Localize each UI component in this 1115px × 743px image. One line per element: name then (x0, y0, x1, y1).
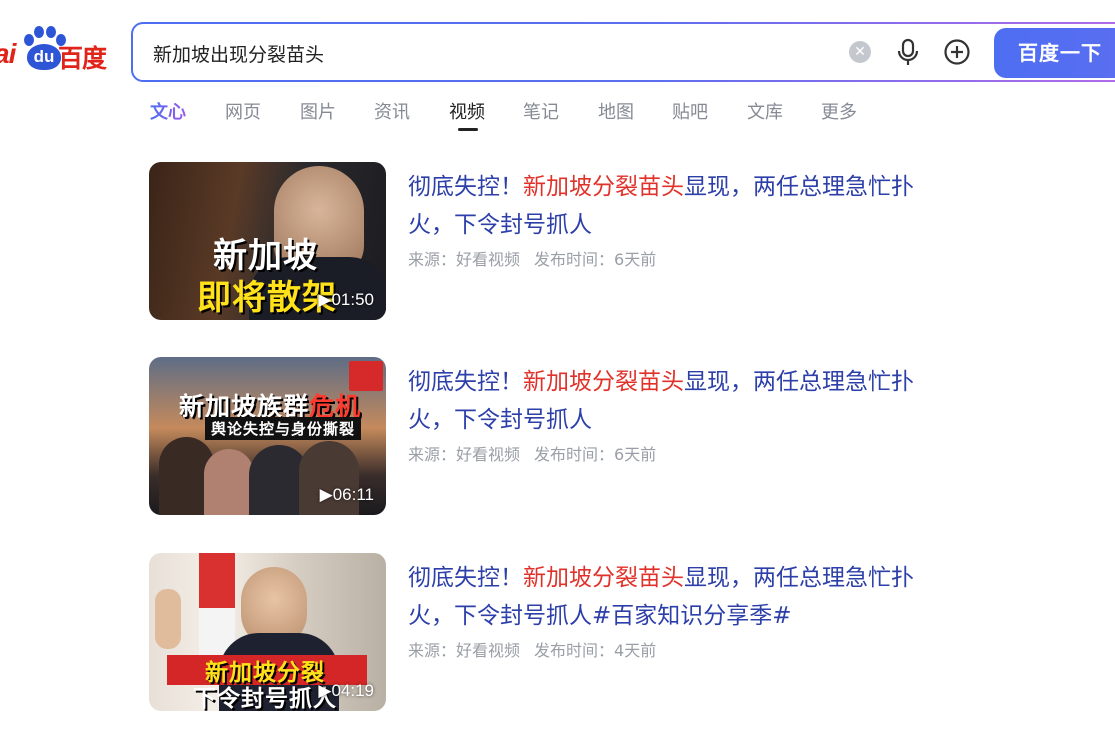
result-source: 来源：好看视频 (408, 641, 521, 660)
tab-notes[interactable]: 笔记 (523, 98, 559, 124)
search-input[interactable] (151, 32, 835, 74)
result-time: 发布时间：6天前 (534, 250, 657, 269)
logo-cn-text: 百度 (58, 44, 107, 73)
result-time: 发布时间：6天前 (534, 445, 657, 464)
search-box: ✕ (131, 22, 1115, 82)
video-result: 新加坡族群危机 舆论失控与身份撕裂 ▶06:11 彻底失控！新加坡分裂苗头显现，… (149, 357, 929, 517)
title-text: 彻底失控！ (408, 565, 523, 591)
tab-videos[interactable]: 视频 (449, 98, 485, 131)
tab-wenku[interactable]: 文库 (747, 98, 783, 124)
search-button[interactable]: 百度一下 (994, 28, 1115, 78)
result-title[interactable]: 彻底失控！新加坡分裂苗头显现，两任总理急忙扑火，下令封号抓人 (408, 363, 928, 439)
video-result: 新加坡 即将散架 ▶01:50 彻底失控！新加坡分裂苗头显现，两任总理急忙扑火，… (149, 162, 929, 322)
tab-web[interactable]: 网页 (225, 98, 261, 124)
clear-icon[interactable]: ✕ (849, 41, 871, 63)
result-title[interactable]: 彻底失控！新加坡分裂苗头显现，两任总理急忙扑火，下令封号抓人 (408, 168, 928, 244)
thumbnail-caption: 下令封号抓人 (193, 686, 337, 711)
tab-wenxin[interactable]: 文心 (150, 98, 186, 124)
title-text: 彻底失控！ (408, 174, 523, 200)
video-thumbnail[interactable]: 新加坡 即将散架 ▶01:50 (149, 162, 386, 320)
title-highlight: 新加坡分裂苗头 (523, 369, 684, 395)
title-text: 彻底失控！ (408, 369, 523, 395)
thumbnail-caption: 即将散架 (197, 278, 337, 318)
result-meta: 来源：好看视频 发布时间：4天前 (408, 637, 656, 661)
thumbnail-subcaption: 舆论失控与身份撕裂 (205, 417, 362, 440)
microphone-icon[interactable] (895, 38, 921, 66)
logo-ai-text: ai (0, 38, 16, 69)
video-thumbnail[interactable]: 新加坡族群危机 舆论失控与身份撕裂 ▶06:11 (149, 357, 386, 515)
result-title[interactable]: 彻底失控！新加坡分裂苗头显现，两任总理急忙扑火，下令封号抓人#百家知识分享季# (408, 559, 928, 635)
video-duration: ▶04:19 (318, 681, 374, 700)
result-meta: 来源：好看视频 发布时间：6天前 (408, 246, 656, 270)
logo-du-text: du (27, 44, 61, 70)
title-highlight: 新加坡分裂苗头 (523, 174, 684, 200)
add-circle-icon[interactable] (943, 38, 971, 66)
result-time: 发布时间：4天前 (534, 641, 657, 660)
person-silhouette (204, 449, 254, 515)
result-meta: 来源：好看视频 发布时间：6天前 (408, 441, 656, 465)
video-duration: ▶06:11 (319, 485, 374, 504)
video-result: 新加坡分裂 下令封号抓人 ▶04:19 彻底失控！新加坡分裂苗头显现，两任总理急… (149, 553, 929, 713)
tab-more[interactable]: 更多 (821, 98, 857, 124)
tab-images[interactable]: 图片 (300, 98, 336, 124)
baidu-logo[interactable]: ai du 百度 (0, 22, 112, 78)
raised-hand (155, 589, 181, 649)
title-highlight: 新加坡分裂苗头 (523, 565, 684, 591)
video-thumbnail[interactable]: 新加坡分裂 下令封号抓人 ▶04:19 (149, 553, 386, 711)
result-source: 来源：好看视频 (408, 445, 521, 464)
tab-news[interactable]: 资讯 (374, 98, 410, 124)
tab-tieba[interactable]: 贴吧 (672, 98, 708, 124)
video-duration: ▶01:50 (318, 290, 374, 309)
tab-maps[interactable]: 地图 (598, 98, 634, 124)
result-source: 来源：好看视频 (408, 250, 521, 269)
